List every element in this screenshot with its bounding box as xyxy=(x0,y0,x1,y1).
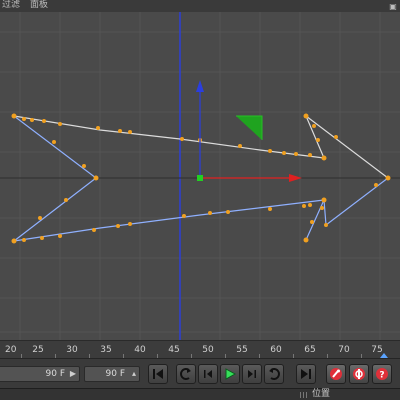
goto-start-button[interactable] xyxy=(148,364,168,384)
prev-key-button[interactable] xyxy=(176,364,196,384)
slider-arrow-icon: ▶ xyxy=(69,369,76,378)
next-frame-icon xyxy=(248,370,256,378)
transport-bar: 90 F ▶ 90 F ▴ ? xyxy=(0,358,400,388)
min-frame-field[interactable]: 90 F ▶ xyxy=(0,366,80,382)
next-frame-button[interactable] xyxy=(242,364,262,384)
tick-label: 40 xyxy=(134,345,146,355)
next-keyframe-icon xyxy=(269,368,280,380)
previous-keyframe-icon xyxy=(180,368,191,380)
next-key-button[interactable] xyxy=(264,364,284,384)
tick-label: 35 xyxy=(100,345,112,355)
gizmo-y-arrow[interactable] xyxy=(196,80,204,92)
min-frame-value: 90 F xyxy=(45,369,66,379)
menu-item-filter[interactable]: 过滤 xyxy=(2,0,20,12)
previous-frame-icon xyxy=(204,370,212,378)
tick-label: 70 xyxy=(338,345,350,355)
tick-label: 45 xyxy=(168,345,180,355)
viewport[interactable] xyxy=(0,12,400,340)
timeline-ruler[interactable]: 20 25 30 35 40 45 50 55 60 65 70 75 xyxy=(0,340,400,358)
menu-item-panel[interactable]: 面板 xyxy=(30,0,48,12)
tick-label: 55 xyxy=(236,345,248,355)
tick-label: 65 xyxy=(304,345,316,355)
position-tab[interactable]: 位置 xyxy=(312,389,330,400)
menu-bar: 过滤 面板 xyxy=(0,0,400,12)
skip-to-end-icon xyxy=(301,369,311,379)
spinner-icon: ▴ xyxy=(131,369,136,378)
max-frame-value: 90 F xyxy=(105,369,126,379)
tick-label: 25 xyxy=(32,345,44,355)
gizmo-z-plane[interactable] xyxy=(236,116,262,140)
spline-top-edge xyxy=(13,114,389,179)
tick-label: 50 xyxy=(202,345,214,355)
skip-to-start-icon xyxy=(153,369,163,379)
tick-label: 60 xyxy=(270,345,282,355)
grip-icon[interactable] xyxy=(300,392,308,398)
auto-key-button[interactable] xyxy=(349,364,369,384)
svg-text:?: ? xyxy=(379,371,384,381)
prev-frame-button[interactable] xyxy=(198,364,218,384)
help-icon: ? xyxy=(376,368,388,381)
auto-keying-icon xyxy=(353,368,365,380)
help-button[interactable]: ? xyxy=(372,364,392,384)
play-button[interactable] xyxy=(220,364,240,384)
tick-label: 30 xyxy=(66,345,78,355)
record-keys-icon xyxy=(330,368,342,380)
play-icon xyxy=(225,368,236,380)
viewport-options-icon[interactable]: ▣ xyxy=(386,0,400,12)
attribute-panel-strip: 位置 xyxy=(0,388,400,400)
gizmo-origin[interactable] xyxy=(197,175,203,181)
goto-end-button[interactable] xyxy=(296,364,316,384)
move-gizmo[interactable] xyxy=(196,80,302,182)
max-frame-field[interactable]: 90 F ▴ xyxy=(84,366,140,382)
viewport-canvas[interactable] xyxy=(0,12,400,340)
record-button[interactable] xyxy=(326,364,346,384)
tick-label: 20 xyxy=(5,345,17,355)
